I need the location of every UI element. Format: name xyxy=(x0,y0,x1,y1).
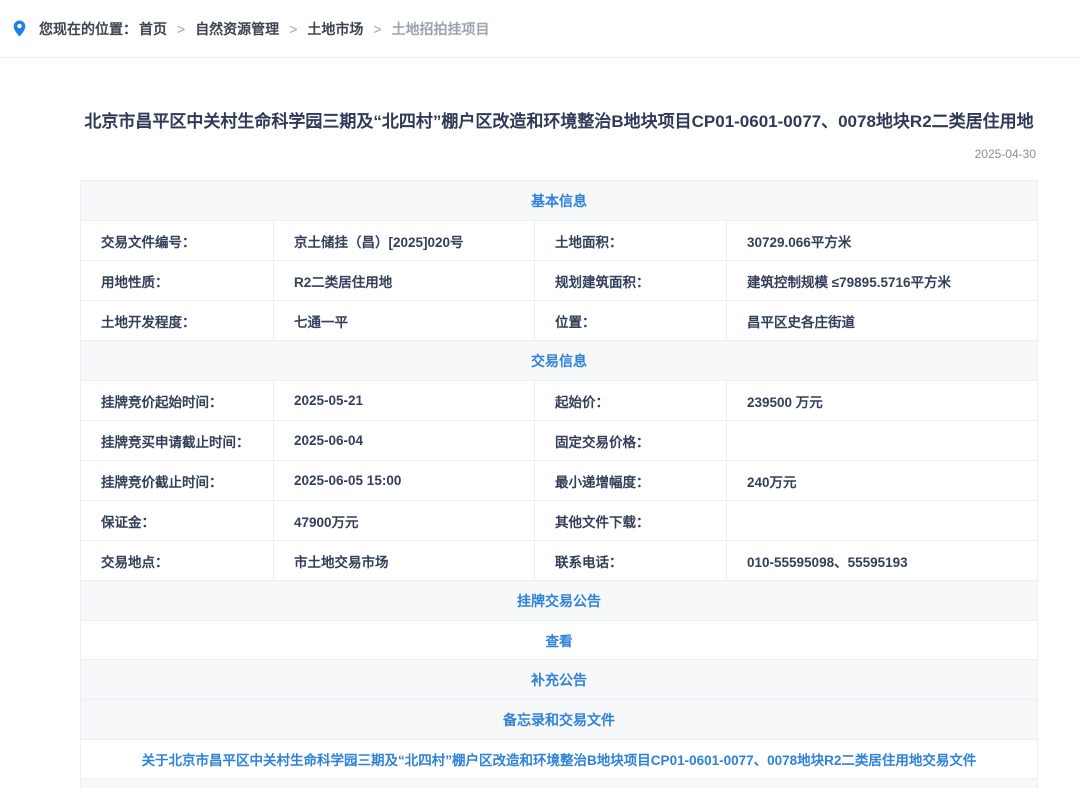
section-title: 挂牌交易公告 xyxy=(517,591,601,611)
table-row: 用地性质：R2二类居住用地规划建筑面积：建筑控制规模 ≤79895.5716平方… xyxy=(81,261,1037,301)
field-value: 京土储挂（昌）[2025]020号 xyxy=(273,221,534,260)
field-value: 七通一平 xyxy=(273,301,534,340)
section-title: 交易信息 xyxy=(531,351,587,371)
field-value: 47900万元 xyxy=(273,501,534,540)
table-row: 交易文件编号：京土储挂（昌）[2025]020号土地面积：30729.066平方… xyxy=(81,221,1037,261)
breadcrumb-prefix: 您现在的位置： xyxy=(39,19,137,39)
breadcrumb-link[interactable]: 自然资源管理 xyxy=(195,21,279,37)
field-label: 保证金： xyxy=(81,501,273,540)
field-label: 土地开发程度： xyxy=(81,301,273,340)
field-value: R2二类居住用地 xyxy=(273,261,534,300)
field-label: 挂牌竞价起始时间： xyxy=(81,381,273,420)
field-label: 其他文件下载： xyxy=(534,501,726,540)
field-label: 规划建筑面积： xyxy=(534,261,726,300)
field-value: 建筑控制规模 ≤79895.5716平方米 xyxy=(726,261,1037,300)
field-label: 土地面积： xyxy=(534,221,726,260)
table-row: 保证金：47900万元其他文件下载： xyxy=(81,501,1037,541)
table-row: 挂牌竞价截止时间：2025-06-05 15:00最小递增幅度：240万元 xyxy=(81,461,1037,501)
breadcrumb-separator: > xyxy=(177,21,185,37)
field-label: 挂牌竞买申请截止时间： xyxy=(81,421,273,460)
table-row: 交易地点：市土地交易市场联系电话：010-55595098、55595193 xyxy=(81,541,1037,581)
field-value xyxy=(726,501,1037,540)
field-label: 起始价： xyxy=(534,381,726,420)
table-row: 挂牌竞价起始时间：2025-05-21起始价：239500 万元 xyxy=(81,381,1037,421)
breadcrumb: 您现在的位置： 首页 > 自然资源管理 > 土地市场 > 土地招拍挂项目 xyxy=(0,0,1080,58)
document-link[interactable]: 关于北京市昌平区中关村生命科学园三期及“北四村”棚户区改造和环境整治B地块项目C… xyxy=(142,749,977,769)
breadcrumb-link[interactable]: 首页 xyxy=(139,21,167,37)
field-value: 239500 万元 xyxy=(726,381,1037,420)
section-header-row: 基本信息 xyxy=(81,181,1037,221)
section-header-row: 备忘录和交易文件 xyxy=(81,700,1037,740)
field-label: 用地性质： xyxy=(81,261,273,300)
table-row: 挂牌竞买申请截止时间：2025-06-04固定交易价格： xyxy=(81,421,1037,461)
section-header-row: 挂牌交易公告 xyxy=(81,581,1037,621)
page-title: 北京市昌平区中关村生命科学园三期及“北四村”棚户区改造和环境整治B地块项目CP0… xyxy=(80,108,1038,135)
breadcrumb-items: 首页 > 自然资源管理 > 土地市场 > 土地招拍挂项目 xyxy=(139,19,490,39)
field-value: 昌平区史各庄街道 xyxy=(726,301,1037,340)
field-label: 交易文件编号： xyxy=(81,221,273,260)
section-title: 补充公告 xyxy=(531,670,587,690)
section-title: 备忘录和交易文件 xyxy=(503,710,615,730)
section-header-row: 补充公告 xyxy=(81,660,1037,700)
section-title: 基本信息 xyxy=(531,191,587,211)
section-header-row: 交易信息 xyxy=(81,341,1037,381)
breadcrumb-separator: > xyxy=(373,21,381,37)
section-header-row xyxy=(81,779,1037,788)
info-table: 基本信息交易文件编号：京土储挂（昌）[2025]020号土地面积：30729.0… xyxy=(80,180,1038,788)
location-pin-icon xyxy=(13,20,26,37)
field-value: 240万元 xyxy=(726,461,1037,500)
breadcrumb-separator: > xyxy=(289,21,297,37)
field-label: 交易地点： xyxy=(81,541,273,580)
breadcrumb-current: 土地招拍挂项目 xyxy=(392,21,490,37)
document-link[interactable]: 查看 xyxy=(546,630,573,650)
breadcrumb-link[interactable]: 土地市场 xyxy=(307,21,363,37)
field-label: 挂牌竞价截止时间： xyxy=(81,461,273,500)
field-value: 2025-06-04 xyxy=(273,421,534,460)
field-value: 2025-05-21 xyxy=(273,381,534,420)
table-row: 土地开发程度：七通一平位置：昌平区史各庄街道 xyxy=(81,301,1037,341)
field-label: 位置： xyxy=(534,301,726,340)
publish-date: 2025-04-30 xyxy=(80,147,1038,161)
field-label: 最小递增幅度： xyxy=(534,461,726,500)
field-label: 固定交易价格： xyxy=(534,421,726,460)
field-value xyxy=(726,421,1037,460)
document-link-row: 关于北京市昌平区中关村生命科学园三期及“北四村”棚户区改造和环境整治B地块项目C… xyxy=(81,740,1037,779)
document-link-row: 查看 xyxy=(81,621,1037,660)
field-value: 30729.066平方米 xyxy=(726,221,1037,260)
field-value: 2025-06-05 15:00 xyxy=(273,461,534,500)
field-value: 市土地交易市场 xyxy=(273,541,534,580)
field-label: 联系电话： xyxy=(534,541,726,580)
field-value: 010-55595098、55595193 xyxy=(726,541,1037,580)
main-content: 北京市昌平区中关村生命科学园三期及“北四村”棚户区改造和环境整治B地块项目CP0… xyxy=(80,108,1038,788)
